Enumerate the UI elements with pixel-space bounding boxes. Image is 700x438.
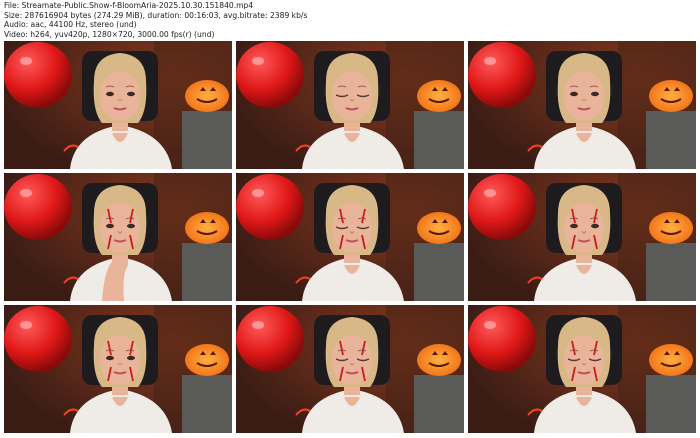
file-size-line: Size: 287616904 bytes (274.29 MiB), dura… [4,10,308,20]
video-thumbnail [4,305,232,433]
red-balloon [468,174,536,240]
video-thumbnail [4,173,232,301]
video-thumbnail [236,305,464,433]
red-balloon [468,306,536,372]
red-balloon [236,306,304,372]
video-thumbnail [468,41,696,169]
red-balloon [236,42,304,108]
video-thumbnail [236,173,464,301]
file-info-header: File: Streamate-Public.Show-f-BloomAria-… [4,1,307,39]
thumbnail-grid [4,41,696,433]
red-balloon [236,174,304,240]
video-thumbnail [468,173,696,301]
red-balloon [4,306,72,372]
red-balloon [4,42,72,108]
file-name-line: File: Streamate-Public.Show-f-BloomAria-… [4,1,254,10]
red-balloon [4,174,72,240]
video-thumbnail [236,41,464,169]
red-balloon [468,42,536,108]
video-thumbnail [468,305,696,433]
audio-info-line: Audio: aac, 44100 Hz, stereo (und) [4,20,137,30]
video-thumbnail [4,41,232,169]
video-info-line: Video: h264, yuv420p, 1280×720, 3000.00 … [4,29,215,39]
